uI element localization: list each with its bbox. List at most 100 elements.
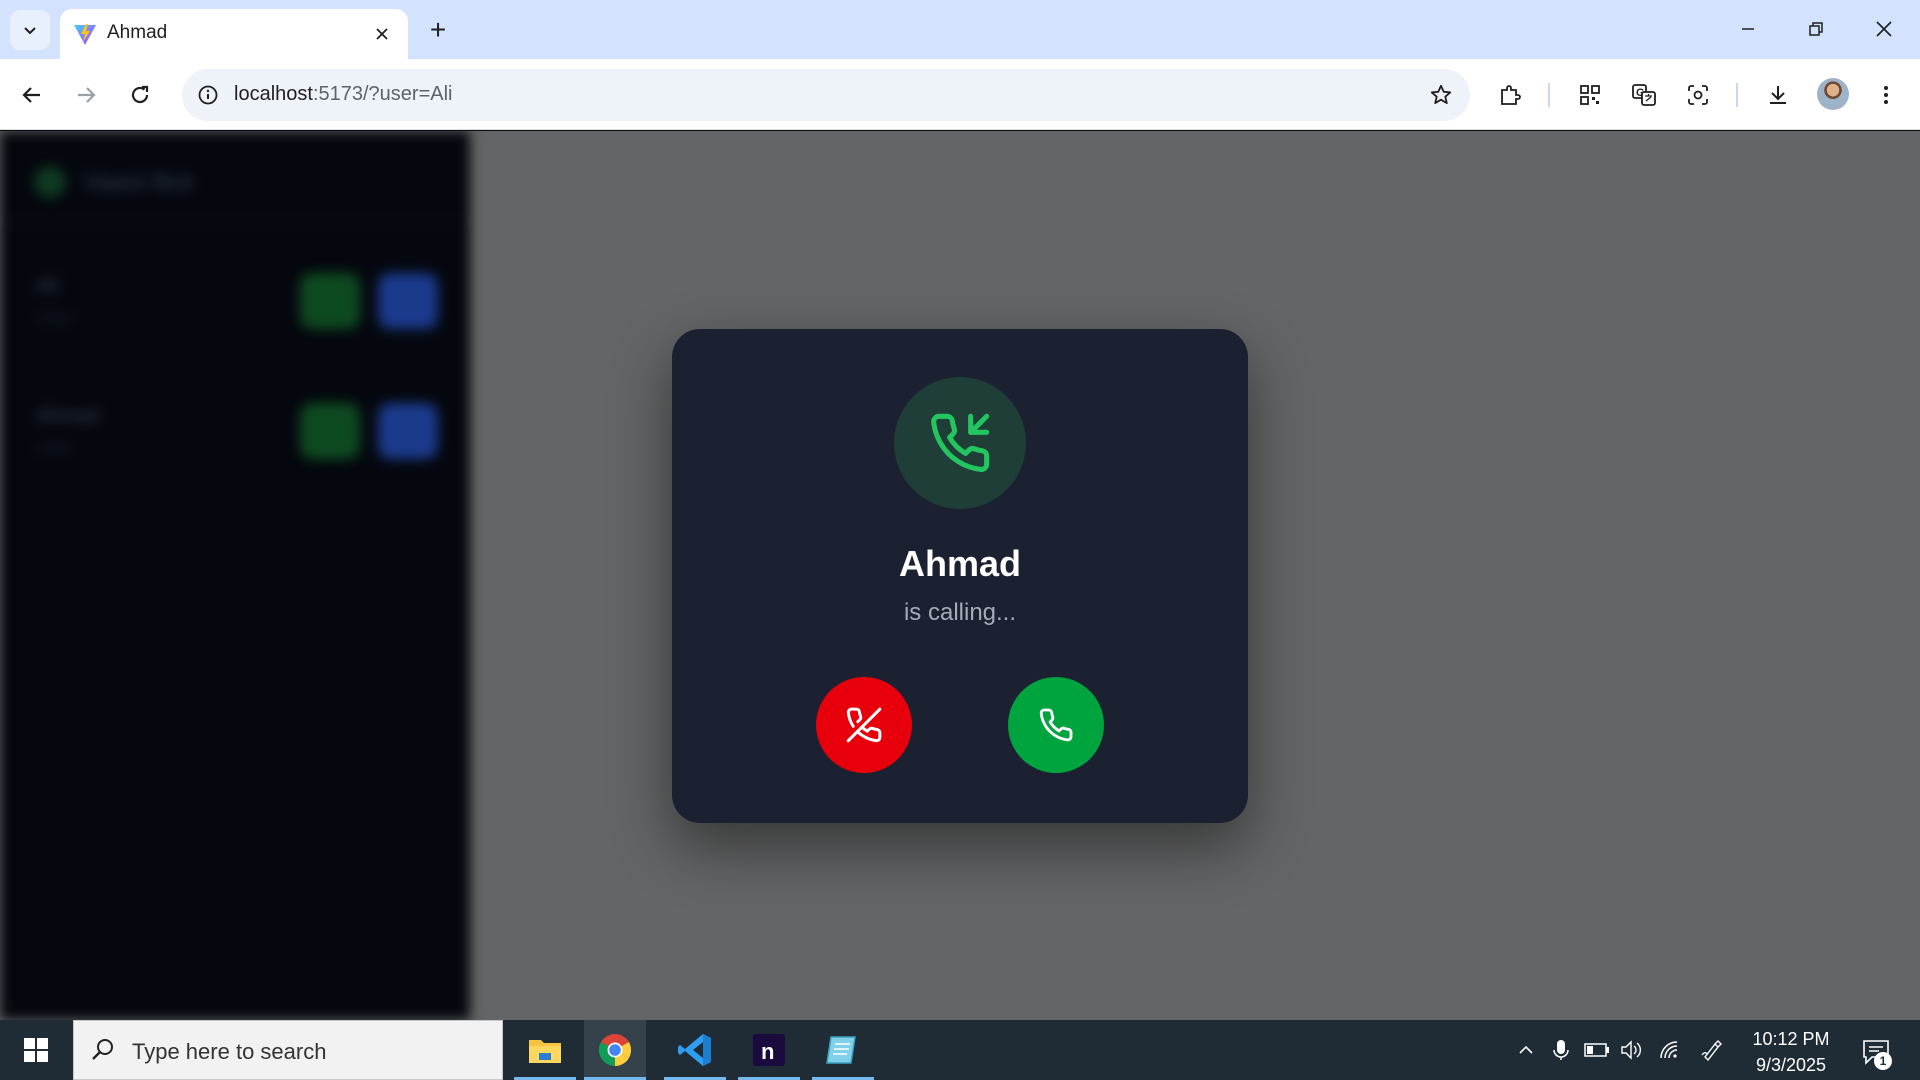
windows-taskbar: Type here to search n 10:12 PM 9/3/2025 … [0, 1020, 1920, 1080]
notepad-icon [826, 1036, 856, 1064]
taskbar-app-notepad[interactable] [812, 1020, 874, 1080]
restore-icon [1809, 22, 1823, 36]
phone-icon [1039, 708, 1073, 742]
search-placeholder: Type here to search [132, 1039, 327, 1064]
start-button[interactable] [0, 1020, 72, 1080]
toolbar-separator [1548, 83, 1550, 107]
notion-n-icon: n [753, 1034, 785, 1066]
taskbar-search-box[interactable]: Type here to search [73, 1020, 503, 1080]
search-icon [88, 1035, 118, 1065]
minimize-icon [1742, 28, 1754, 30]
site-info-icon[interactable] [194, 81, 222, 109]
profile-avatar[interactable] [1817, 78, 1849, 110]
vite-logo-icon [74, 24, 96, 45]
microphone-icon [1553, 1040, 1569, 1060]
svg-text:n: n [761, 1039, 774, 1064]
tab-title: Ahmad [107, 22, 168, 43]
folder-icon [529, 1040, 561, 1063]
translate-icon: G [1632, 84, 1656, 106]
speaker-icon [1621, 1040, 1641, 1060]
qr-code-button[interactable] [1570, 75, 1610, 115]
taskbar-app-chrome[interactable] [584, 1020, 646, 1080]
call-status-text: is calling... [903, 599, 1017, 626]
minimize-button[interactable] [1728, 9, 1768, 49]
user-status: online [36, 439, 74, 455]
microphone-tray[interactable] [1545, 1034, 1577, 1066]
bookmark-star-button[interactable] [1426, 80, 1456, 110]
address-bar[interactable]: localhost:5173/?user=Ali [182, 69, 1470, 121]
plus-icon: + [429, 14, 447, 45]
decline-call-button[interactable] [816, 677, 912, 773]
more-vertical-icon [1884, 86, 1888, 104]
browser-tab-bar: Ahmad + [0, 0, 1920, 59]
show-hidden-icons-button[interactable] [1510, 1034, 1542, 1066]
menu-button[interactable] [1866, 75, 1906, 115]
caller-name: Ahmad [898, 543, 1021, 584]
sidebar-divider [0, 221, 470, 222]
browser-toolbar: localhost:5173/?user=Ali G [0, 59, 1920, 130]
url-path: :5173/?user=Ali [312, 83, 453, 105]
incoming-call-modal: Ahmad is calling... [672, 329, 1248, 823]
taskbar-app-notion[interactable]: n [738, 1020, 800, 1080]
forward-button[interactable] [66, 75, 106, 115]
arrow-right-icon [78, 87, 96, 103]
restore-button[interactable] [1796, 9, 1836, 49]
qr-code-icon [1580, 85, 1600, 105]
volume-tray[interactable] [1616, 1034, 1648, 1066]
close-window-button[interactable] [1864, 9, 1904, 49]
taskbar-app-vscode[interactable] [664, 1020, 726, 1080]
audio-call-button[interactable] [300, 403, 360, 459]
phone-incoming-icon [931, 413, 990, 472]
camera-search-icon [1688, 85, 1708, 105]
taskbar-app-file-explorer[interactable] [514, 1020, 576, 1080]
accept-call-button[interactable] [1008, 677, 1104, 773]
video-call-button[interactable] [378, 403, 438, 459]
network-tray[interactable] [1654, 1034, 1686, 1066]
app-logo-icon [34, 166, 66, 198]
arrow-left-icon [22, 87, 40, 103]
close-icon [376, 28, 388, 40]
pen-tray[interactable] [1696, 1034, 1728, 1066]
action-center-button[interactable]: 1 [1856, 1032, 1896, 1072]
blurred-sidebar: Vaani Bot Ali online Ahmad online [0, 131, 470, 1020]
battery-icon [1584, 1043, 1609, 1057]
puzzle-icon [1501, 85, 1521, 105]
windows-logo-icon [24, 1038, 48, 1062]
clock-time: 10:12 PM [1752, 1029, 1830, 1049]
url-host: localhost [234, 83, 313, 105]
sidebar-title: Vaani Bot [84, 169, 194, 196]
new-tab-button[interactable]: + [422, 14, 454, 46]
close-icon [1876, 21, 1892, 37]
active-tab[interactable]: Ahmad [60, 9, 408, 59]
pen-icon [1701, 1040, 1722, 1062]
tab-search-button[interactable] [10, 10, 50, 50]
taskbar-clock[interactable]: 10:12 PM 9/3/2025 [1736, 1026, 1846, 1078]
user-row-ali[interactable]: Ali online [10, 251, 458, 371]
page-viewport: Vaani Bot Ali online Ahmad online Ahmad … [0, 131, 1920, 1020]
download-icon [1770, 86, 1786, 104]
notification-count: 1 [1874, 1052, 1892, 1070]
reload-icon [131, 85, 149, 104]
video-call-button[interactable] [378, 273, 438, 329]
chevron-down-icon [24, 27, 36, 35]
reload-button[interactable] [120, 75, 160, 115]
wifi-icon [1660, 1041, 1678, 1059]
user-row-ahmad[interactable]: Ahmad online [10, 381, 458, 501]
phone-off-icon [846, 707, 882, 743]
incoming-call-badge [894, 377, 1026, 509]
translate-button[interactable]: G [1624, 75, 1664, 115]
extensions-button[interactable] [1490, 75, 1530, 115]
user-name: Ahmad [36, 405, 100, 427]
toolbar-separator [1736, 83, 1738, 107]
star-icon [1430, 84, 1452, 104]
chrome-icon [598, 1034, 632, 1066]
chevron-up-icon [1519, 1045, 1533, 1054]
user-status: online [36, 309, 74, 325]
back-button[interactable] [12, 75, 52, 115]
battery-tray[interactable] [1581, 1034, 1613, 1066]
tab-close-button[interactable] [370, 22, 394, 46]
downloads-button[interactable] [1758, 75, 1798, 115]
lens-button[interactable] [1678, 75, 1718, 115]
clock-date: 9/3/2025 [1755, 1055, 1827, 1075]
audio-call-button[interactable] [300, 273, 360, 329]
